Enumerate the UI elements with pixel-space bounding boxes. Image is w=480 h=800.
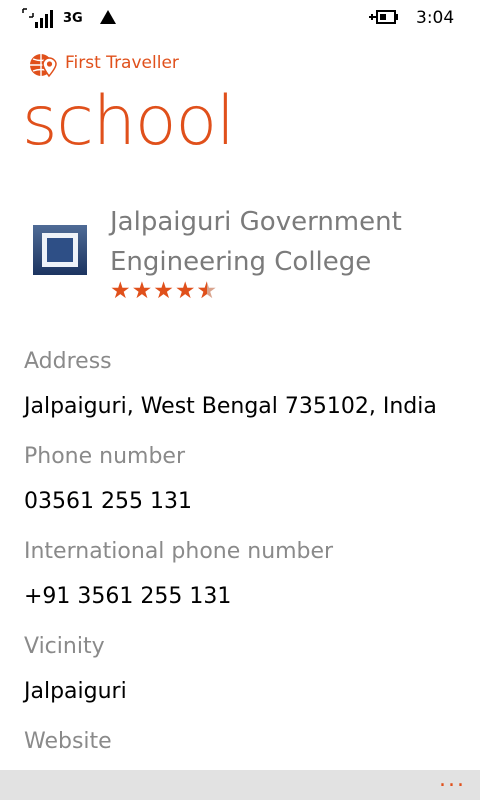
place-thumbnail-icon <box>33 225 87 275</box>
place-name-line-1: Jalpaiguri Government <box>110 207 402 237</box>
star-icon: ★ <box>110 278 132 304</box>
globe-pin-logo-icon <box>30 54 57 78</box>
vicinity-value: Jalpaiguri <box>24 679 127 704</box>
page-title: school <box>22 82 235 161</box>
app-bar: ... <box>0 769 480 800</box>
signal-strength-icon <box>22 8 53 28</box>
status-bar: 3G 3:04 <box>0 0 480 34</box>
star-icon: ★ <box>153 278 175 304</box>
half-star-icon: ★★ <box>196 278 219 304</box>
phone-field: Phone number 03561 255 131 <box>24 442 192 517</box>
app-name: First Traveller <box>65 53 179 73</box>
star-icon: ★ <box>174 278 197 304</box>
address-field: Address Jalpaiguri, West Bengal 735102, … <box>24 347 437 422</box>
website-label: Website <box>24 729 112 754</box>
phone-value[interactable]: 03561 255 131 <box>24 487 192 517</box>
battery-charging-icon <box>369 10 398 24</box>
more-options-button[interactable]: ... <box>426 769 466 796</box>
rating-stars: ★★★★★★ <box>110 278 218 304</box>
star-icon: ★ <box>131 278 154 304</box>
phone-label: Phone number <box>24 444 186 469</box>
clock-time: 3:04 <box>416 8 455 28</box>
international-phone-label: International phone number <box>24 539 334 564</box>
network-type: 3G <box>63 11 83 26</box>
international-phone-field: International phone number +91 3561 255 … <box>24 537 333 612</box>
place-name: Jalpaiguri Government Engineering Colleg… <box>110 202 450 282</box>
vicinity-label: Vicinity <box>24 634 105 659</box>
address-value[interactable]: Jalpaiguri, West Bengal 735102, India <box>24 392 437 422</box>
data-connection-icon <box>100 10 116 24</box>
vicinity-field: Vicinity Jalpaiguri <box>24 632 127 707</box>
place-name-line-2: Engineering College <box>110 247 372 277</box>
website-field: Website <box>24 727 112 757</box>
international-phone-value[interactable]: +91 3561 255 131 <box>24 582 333 612</box>
address-label: Address <box>24 349 112 374</box>
